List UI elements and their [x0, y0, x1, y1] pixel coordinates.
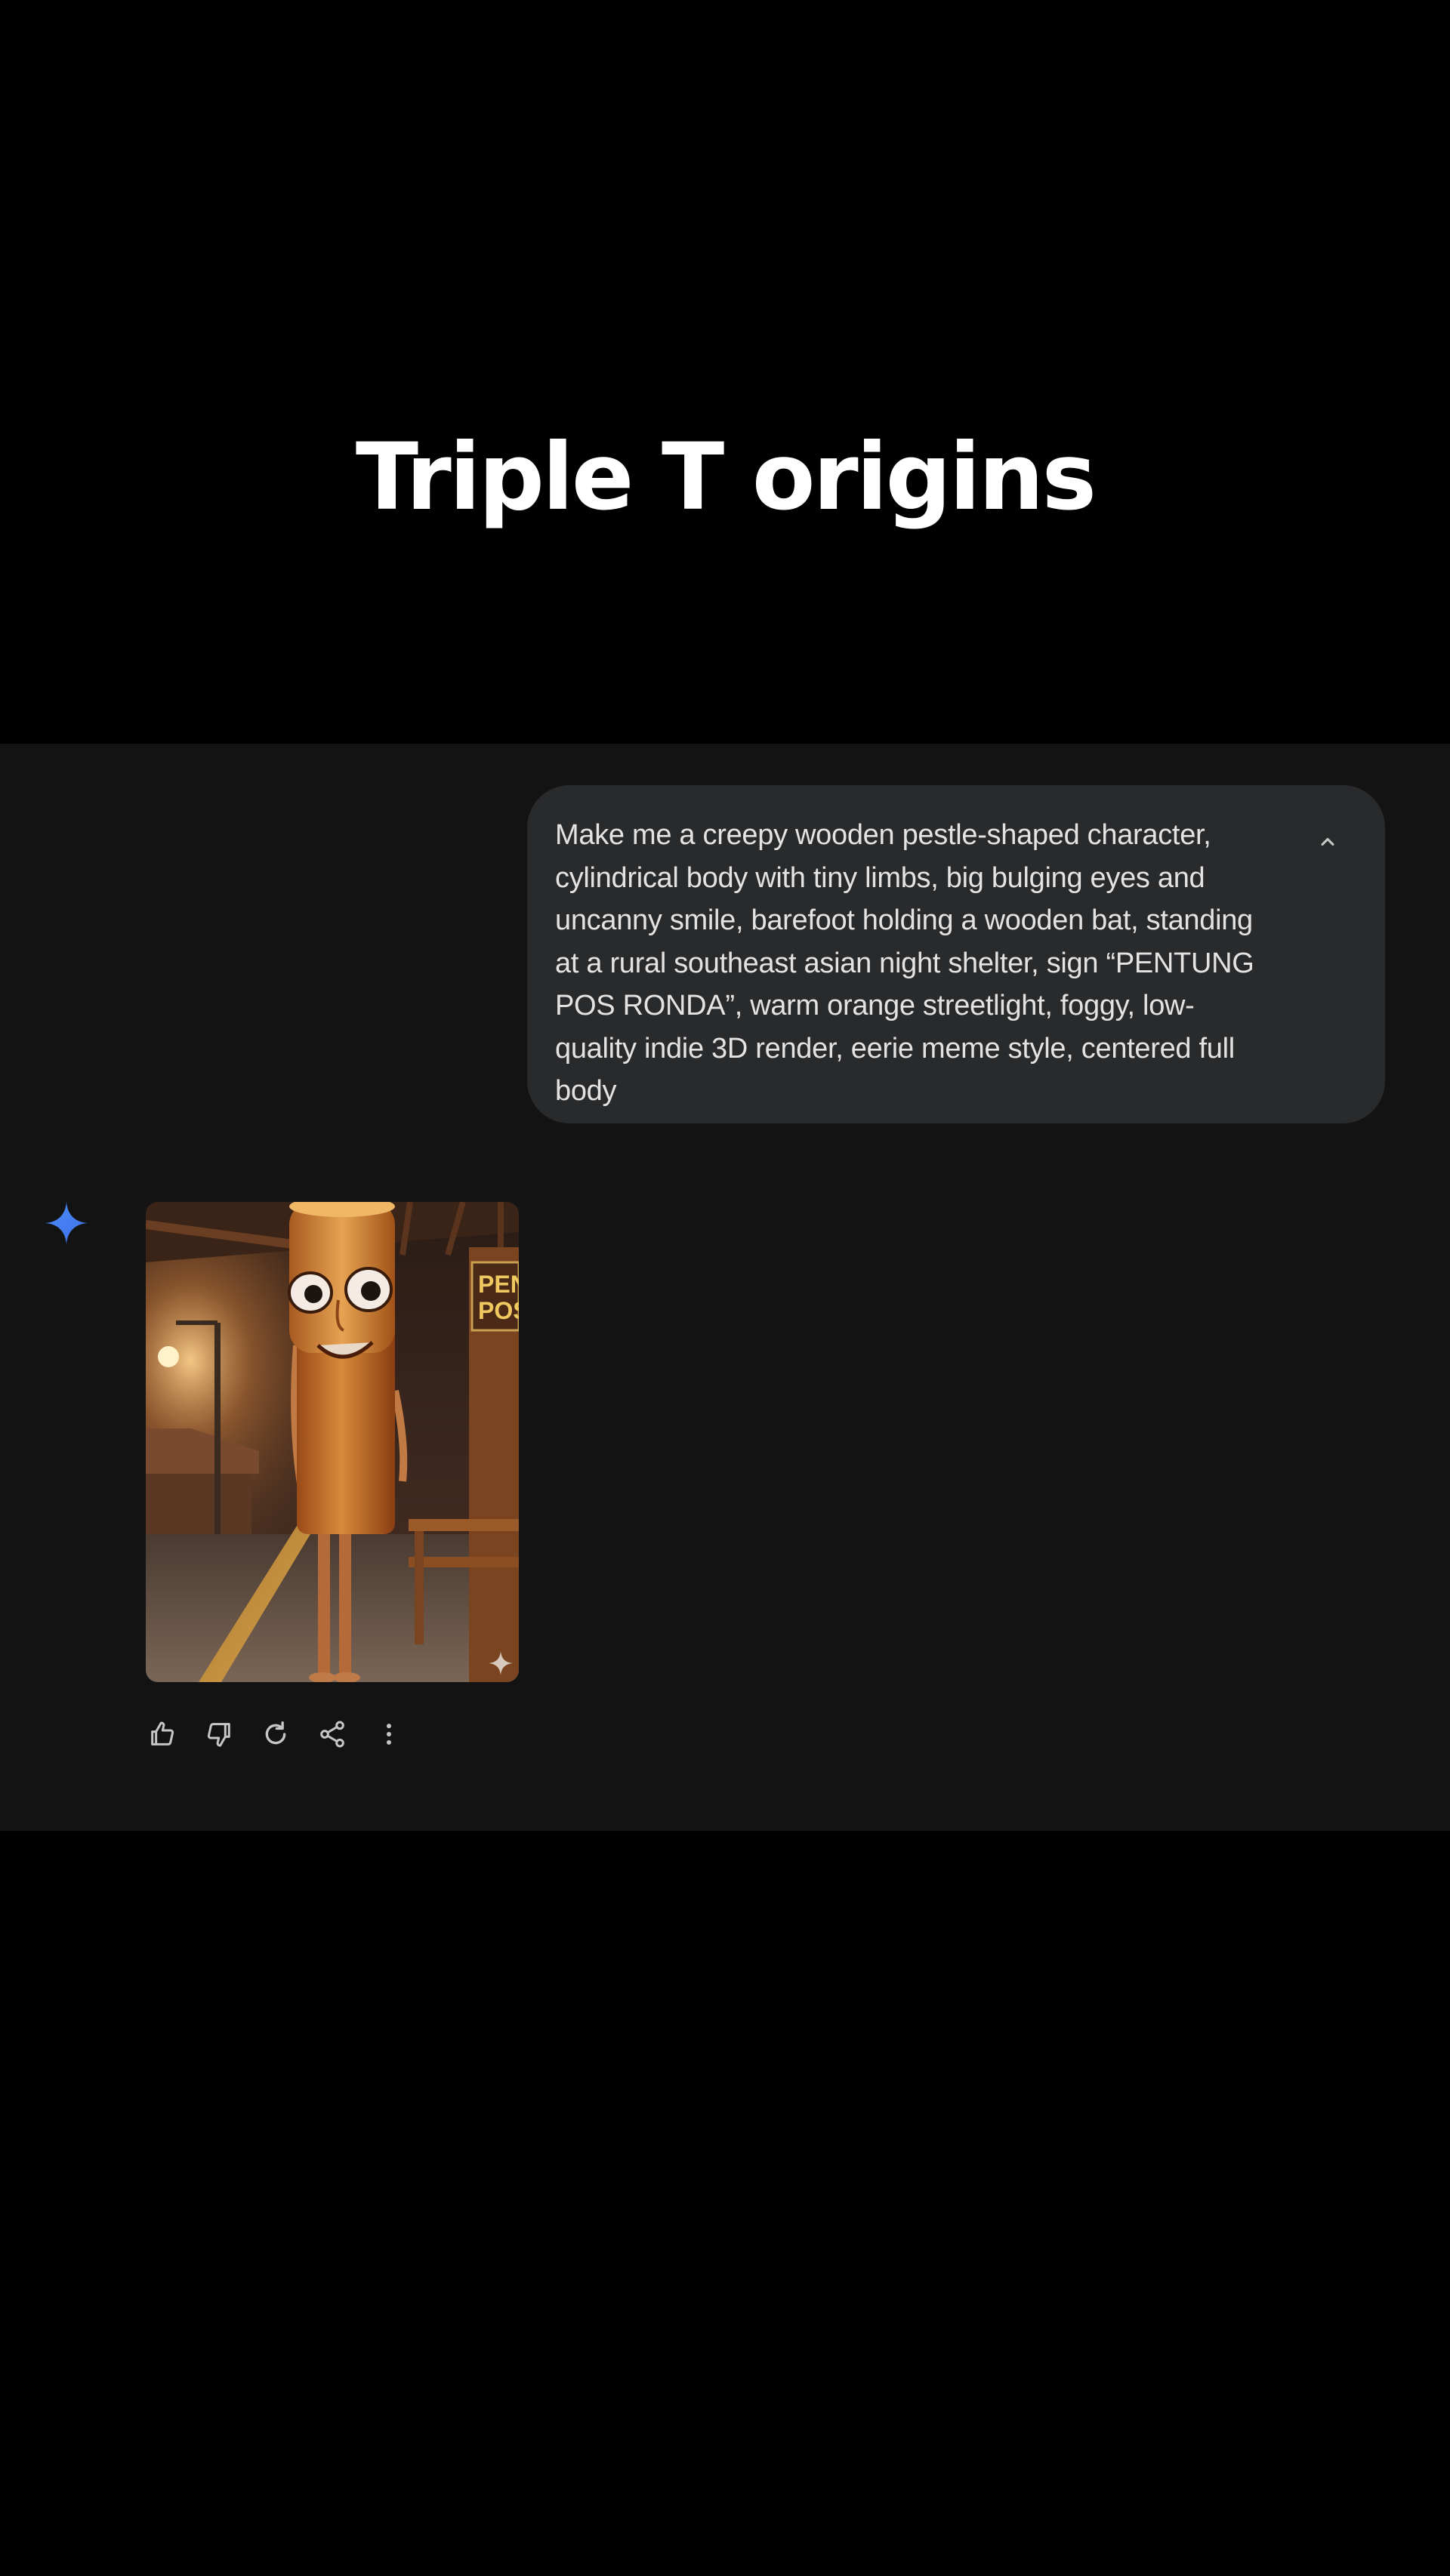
gemini-sparkle-icon — [45, 1202, 88, 1244]
thumbs-up-button[interactable] — [143, 1715, 181, 1753]
thumbs-up-icon — [151, 1721, 174, 1746]
regenerate-icon — [265, 1721, 286, 1745]
collapse-prompt-button[interactable] — [1305, 819, 1350, 864]
share-icon — [320, 1721, 344, 1748]
response-actions — [143, 1715, 427, 1753]
chevron-up-icon — [1321, 837, 1334, 846]
user-prompt-text: Make me a creepy wooden pestle-shaped ch… — [555, 819, 1254, 1107]
sign-text-line1: PEN — [478, 1271, 519, 1298]
chat-panel: Make me a creepy wooden pestle-shaped ch… — [0, 744, 1450, 1831]
share-button[interactable] — [313, 1715, 351, 1753]
more-options-icon — [387, 1724, 391, 1745]
generated-image[interactable]: PEN POS — [146, 1202, 519, 1682]
regenerate-button[interactable] — [257, 1715, 295, 1753]
video-overlay-title: Triple T origins — [355, 424, 1097, 531]
sign-text-line2: POS — [478, 1297, 519, 1324]
thumbs-down-icon — [207, 1723, 230, 1747]
more-options-button[interactable] — [370, 1715, 408, 1753]
thumbs-down-button[interactable] — [200, 1715, 238, 1753]
user-prompt-bubble: Make me a creepy wooden pestle-shaped ch… — [527, 785, 1385, 1123]
